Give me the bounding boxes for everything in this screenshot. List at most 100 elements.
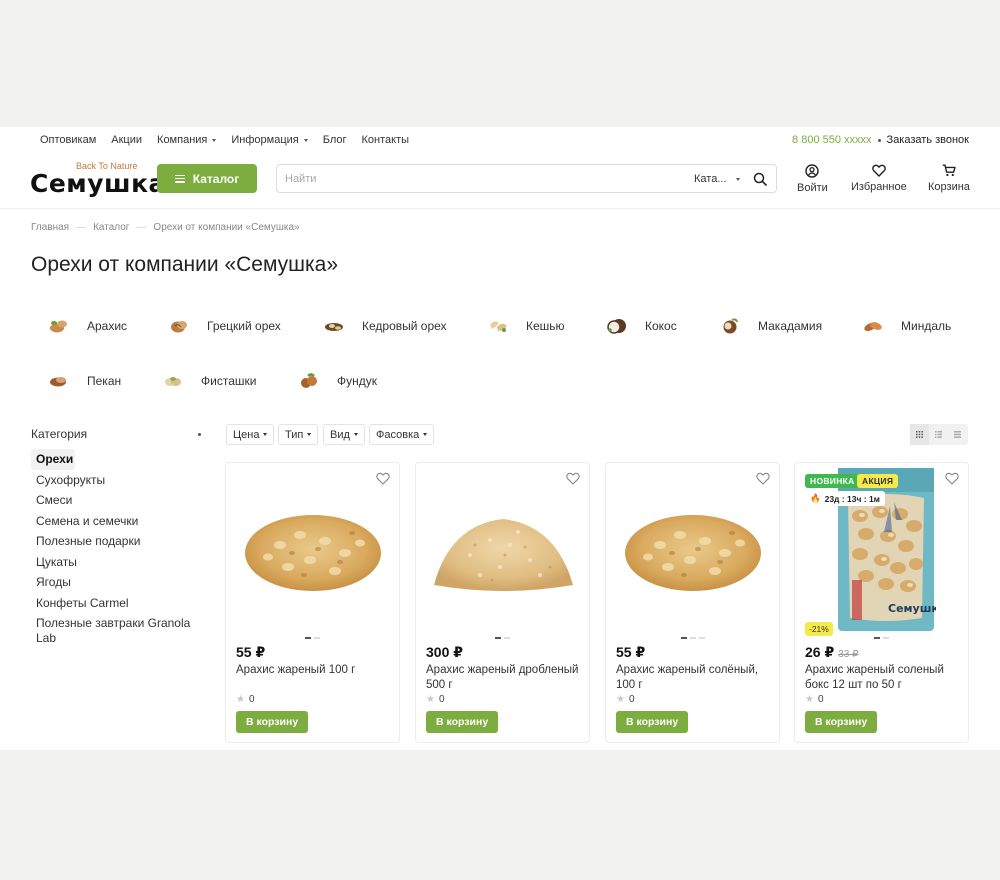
sidebar-item-gifts[interactable]: Полезные подарки — [31, 531, 201, 552]
callback-link[interactable]: Заказать звонок — [887, 134, 969, 146]
filter-price[interactable]: Цена — [226, 424, 275, 445]
subcategory-label: Кешью — [526, 319, 565, 333]
cart-icon — [942, 164, 956, 177]
search-input[interactable] — [285, 170, 665, 188]
product-card[interactable]: 55 ₽ Арахис жареный 100 г ★ 0 В корзину — [225, 462, 400, 743]
list-view-button[interactable] — [929, 424, 948, 445]
cart-label: Корзина — [928, 181, 970, 193]
login-button[interactable]: Войти — [797, 164, 828, 194]
pecan-icon — [48, 372, 70, 390]
subcategory-almond[interactable]: Миндаль — [862, 317, 951, 335]
search-category-select[interactable]: Ката... — [694, 173, 741, 185]
breadcrumb-home[interactable]: Главная — [31, 222, 69, 233]
sidebar-item-mixes[interactable]: Смеси — [31, 490, 201, 511]
subcategory-pine-nut[interactable]: Кедровый орех — [323, 317, 447, 335]
sidebar-toggle-dot[interactable] — [198, 432, 201, 436]
sidebar-item-candied-fruits[interactable]: Цукаты — [31, 552, 201, 573]
sidebar-item-granola[interactable]: Полезные завтраки Granola Lab — [31, 613, 201, 648]
phone-dropdown-dot[interactable] — [877, 138, 881, 142]
subcategory-macadamia[interactable]: Макадамия — [719, 317, 822, 335]
product-price: 55 ₽ — [236, 644, 265, 661]
add-to-cart-button[interactable]: В корзину — [236, 711, 309, 733]
product-card[interactable]: 55 ₽ Арахис жареный солёный, 100 г ★ 0 В … — [605, 462, 780, 743]
product-name[interactable]: Арахис жареный дробленый 500 г — [426, 663, 584, 693]
sidebar-item-carmel[interactable]: Конфеты Carmel — [31, 593, 201, 614]
filter-kind[interactable]: Вид — [323, 424, 365, 445]
logo[interactable]: Back To Nature Семушка — [30, 160, 165, 200]
price-value: 26 ₽ — [805, 644, 835, 660]
catalog-button[interactable]: Каталог — [157, 164, 257, 193]
timer-value: 23д : 13ч : 1м — [824, 493, 880, 504]
filter-type[interactable]: Тип — [278, 424, 319, 445]
product-card[interactable]: Семушка НОВИНКА АКЦИЯ 🔥 23д : 13ч : 1м -… — [794, 462, 969, 743]
top-nav-label: Блог — [322, 134, 347, 146]
pine-nut-icon — [323, 317, 345, 335]
phone-number[interactable]: 8 800 550 xxxxx — [792, 134, 872, 146]
almond-icon — [862, 317, 884, 335]
breadcrumb-separator: — — [76, 222, 87, 233]
sidebar-category-list: Орехи Сухофрукты Смеси Семена и семечки … — [31, 449, 201, 648]
discount-badge: -21% — [805, 622, 833, 636]
hazelnut-icon — [298, 372, 320, 390]
breadcrumb-separator: — — [136, 222, 147, 233]
promo-timer: 🔥 23д : 13ч : 1м — [805, 491, 885, 506]
breadcrumb-current: Орехи от компании «Семушка» — [153, 222, 300, 233]
table-icon — [954, 431, 961, 438]
add-to-cart-button[interactable]: В корзину — [805, 711, 878, 733]
sidebar-item-berries[interactable]: Ягоды — [31, 572, 201, 593]
favorite-heart-icon[interactable] — [566, 472, 580, 485]
product-price: 55 ₽ — [616, 644, 645, 661]
breadcrumb-catalog[interactable]: Каталог — [93, 222, 129, 233]
subcategory-label: Арахис — [87, 319, 128, 333]
image-pager — [226, 637, 399, 639]
add-to-cart-button[interactable]: В корзину — [616, 711, 689, 733]
sidebar-title-label: Категория — [31, 427, 88, 441]
favorite-heart-icon[interactable] — [756, 472, 770, 485]
top-nav-item-wholesale[interactable]: Оптовикам — [40, 134, 96, 146]
grid-view-button[interactable] — [910, 424, 929, 445]
sidebar-title[interactable]: Категория — [31, 427, 201, 441]
favorite-heart-icon[interactable] — [945, 472, 959, 485]
favorites-label: Избранное — [851, 181, 907, 193]
peanuts-image — [245, 515, 381, 591]
caret-down-icon — [303, 138, 308, 142]
user-icon — [805, 164, 820, 178]
product-price: 26 ₽33 ₽ — [805, 644, 858, 661]
product-name[interactable]: Арахис жареный 100 г — [236, 663, 394, 678]
product-name[interactable]: Арахис жареный солёный, 100 г — [616, 663, 774, 693]
subcategory-hazelnut[interactable]: Фундук — [298, 372, 377, 390]
subcategory-label: Фисташки — [201, 374, 257, 388]
top-nav-item-blog[interactable]: Блог — [323, 134, 347, 146]
subcategory-pecan[interactable]: Пекан — [48, 372, 121, 390]
sidebar-item-seeds[interactable]: Семена и семечки — [31, 511, 201, 532]
sidebar-item-dried-fruits[interactable]: Сухофрукты — [31, 470, 201, 491]
product-card[interactable]: 300 ₽ Арахис жареный дробленый 500 г ★ 0 … — [415, 462, 590, 743]
sidebar-item-nuts[interactable]: Орехи — [31, 449, 75, 470]
add-to-cart-button[interactable]: В корзину — [426, 711, 499, 733]
subcategory-label: Пекан — [87, 374, 122, 388]
search-icon[interactable] — [753, 172, 767, 186]
subcategory-pistachio[interactable]: Фисташки — [162, 372, 256, 390]
favorites-button[interactable]: Избранное — [851, 164, 907, 193]
filter-label: Вид — [330, 428, 350, 441]
filter-packaging[interactable]: Фасовка — [369, 424, 435, 445]
top-contacts: 8 800 550 xxxxx Заказать звонок — [792, 134, 969, 146]
product-name[interactable]: Арахис жареный соленый бокс 12 шт по 50 … — [805, 663, 963, 693]
cart-button[interactable]: Корзина — [928, 164, 970, 193]
top-nav-item-company[interactable]: Компания — [157, 134, 217, 146]
caret-down-icon — [353, 433, 358, 436]
subcategory-walnut[interactable]: Грецкий орех — [168, 317, 281, 335]
top-nav-item-info[interactable]: Информация — [231, 134, 308, 146]
header-divider — [0, 208, 1000, 209]
top-nav-item-promotions[interactable]: Акции — [111, 134, 142, 146]
subcategory-cashew[interactable]: Кешью — [487, 317, 565, 335]
subcategory-peanut[interactable]: Арахис — [48, 317, 127, 335]
menu-icon — [174, 174, 185, 183]
top-nav-item-contacts[interactable]: Контакты — [362, 134, 410, 146]
star-icon: ★ — [616, 694, 625, 705]
subcategory-coconut[interactable]: Кокос — [606, 317, 677, 335]
table-view-button[interactable] — [948, 424, 967, 445]
pistachio-icon — [162, 372, 184, 390]
favorite-heart-icon[interactable] — [376, 472, 390, 485]
page: Оптовикам Акции Компания Информация Блог… — [0, 127, 1000, 750]
